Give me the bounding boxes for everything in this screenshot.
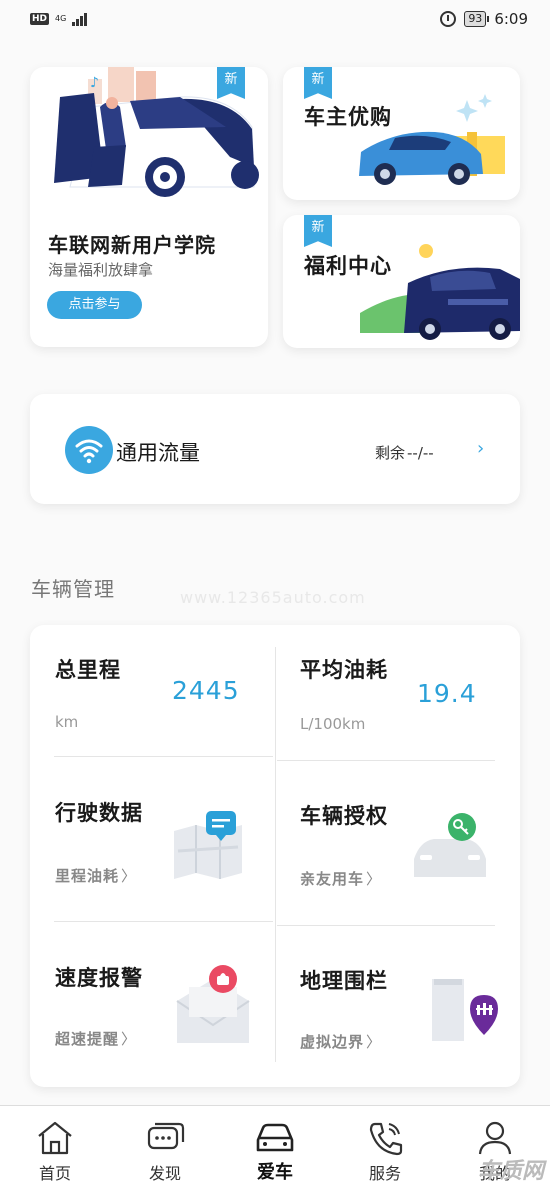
vehicle-auth-link[interactable]: 亲友用车〉 xyxy=(300,868,382,889)
nav-label: 服务 xyxy=(368,1164,401,1183)
driving-data-title: 行驶数据 xyxy=(55,801,143,825)
welfare-center-card[interactable]: 新 福利中心 xyxy=(283,215,520,348)
speed-alert-link[interactable]: 超速提醒〉 xyxy=(55,1028,137,1049)
fence-pin-icon xyxy=(432,979,498,1041)
grid-divider xyxy=(275,647,276,1062)
nav-service[interactable]: 服务 xyxy=(330,1106,440,1191)
new-badge: 新 xyxy=(304,67,332,99)
fuel-unit: L/100km xyxy=(300,715,366,733)
alarm-envelope-icon xyxy=(176,965,250,1043)
fuel-title: 平均油耗 xyxy=(300,658,388,682)
battery-indicator: 93 xyxy=(464,11,490,27)
grid-divider xyxy=(277,760,495,761)
alarm-icon xyxy=(440,11,457,27)
remain-value: --/-- xyxy=(407,443,434,462)
shop-car-illustration xyxy=(359,94,505,185)
nav-label: 首页 xyxy=(38,1164,71,1183)
geo-fence-link[interactable]: 虚拟边界〉 xyxy=(300,1031,382,1052)
corner-watermark: 车质网 xyxy=(477,1159,544,1184)
nav-label: 爱车 xyxy=(257,1162,293,1183)
vehicle-management-card: 总里程 2445 km 平均油耗 19.4 L/100km 行驶数据 里程油耗〉… xyxy=(30,625,520,1087)
academy-title: 车联网新用户学院 xyxy=(48,233,216,257)
nav-label: 发现 xyxy=(148,1164,181,1183)
nav-discover[interactable]: 发现 xyxy=(110,1106,220,1191)
grid-divider xyxy=(277,925,495,926)
remain-label: 剩余 xyxy=(375,444,406,462)
mileage-unit: km xyxy=(55,713,79,731)
owner-shop-card[interactable]: 新 车主优购 xyxy=(283,67,520,200)
hd-indicator: HD xyxy=(30,13,50,25)
section-title: 车辆管理 xyxy=(31,577,115,601)
new-badge: 新 xyxy=(304,215,332,247)
phone-icon xyxy=(369,1122,403,1156)
nav-home[interactable]: 首页 xyxy=(0,1106,110,1191)
grid-divider xyxy=(54,756,273,757)
geo-fence-title: 地理围栏 xyxy=(300,969,388,993)
join-button[interactable]: 点击参与 xyxy=(47,291,142,319)
wifi-icon xyxy=(65,426,113,474)
watermark: www.12365auto.com xyxy=(180,588,366,607)
status-bar: HD 4G 93 6:09 xyxy=(0,0,550,38)
chat-icon xyxy=(147,1122,185,1150)
vehicle-auth-title: 车辆授权 xyxy=(300,804,388,828)
grid-divider xyxy=(54,921,273,922)
map-icon xyxy=(174,811,242,879)
clock: 6:09 xyxy=(494,10,528,28)
academy-card[interactable]: ♪ 新 车联网新用户学院 海量福利放肆拿 点击参与 xyxy=(30,67,268,347)
traffic-remaining: 剩余 --/-- xyxy=(375,442,434,463)
nav-car[interactable]: 爱车 xyxy=(220,1106,330,1191)
welfare-car-illustration xyxy=(360,244,520,340)
signal-icon xyxy=(72,12,88,26)
chevron-right-icon[interactable]: › xyxy=(477,438,484,459)
mileage-title: 总里程 xyxy=(55,658,121,682)
data-traffic-card[interactable]: 通用流量 剩余 --/-- › xyxy=(30,394,520,504)
traffic-label: 通用流量 xyxy=(116,441,200,465)
academy-subtitle: 海量福利放肆拿 xyxy=(48,261,154,279)
car-icon xyxy=(256,1123,294,1152)
home-icon xyxy=(38,1121,72,1155)
user-icon xyxy=(478,1121,512,1155)
speed-alert-title: 速度报警 xyxy=(55,966,143,990)
fuel-value: 19.4 xyxy=(417,679,477,708)
car-key-icon xyxy=(414,813,486,877)
svg-text:♪: ♪ xyxy=(90,75,99,91)
network-type: 4G xyxy=(55,14,67,23)
mileage-value: 2445 xyxy=(172,676,240,705)
driving-data-link[interactable]: 里程油耗〉 xyxy=(55,865,137,886)
bottom-navigation: 首页 发现 爱车 服务 我的 车质网 xyxy=(0,1105,550,1191)
